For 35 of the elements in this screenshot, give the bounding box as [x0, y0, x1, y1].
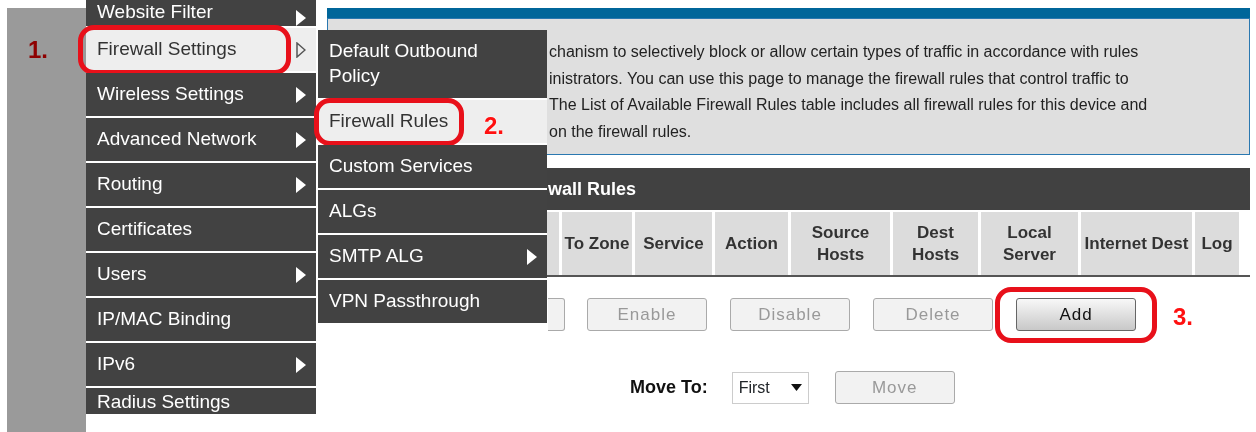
menu-item[interactable]: SMTP ALG [318, 235, 547, 280]
info-text: on the firewall rules. [549, 121, 693, 142]
info-text: chanism to selectively block or allow certain types of traffic in accordance with rules [549, 42, 1140, 62]
column-header: Log [1195, 212, 1242, 275]
column-header: Local Server [981, 212, 1081, 275]
menu-item[interactable]: Wireless Settings [86, 73, 318, 118]
menu-item[interactable]: VPN Passthrough [318, 280, 547, 325]
menu-item[interactable]: Custom Services [318, 145, 547, 190]
position-dropdown[interactable]: First [731, 371, 809, 404]
menu-item[interactable]: IP/MAC Binding [86, 298, 318, 343]
action-button[interactable]: Add [1016, 298, 1136, 331]
info-text: The List of Available Firewall Rules table includes all firewall rules for this device and [549, 95, 1149, 115]
step-number: 2. [484, 111, 504, 141]
menu-item[interactable]: ALGs [318, 190, 547, 235]
column-header: Internet Dest [1081, 212, 1195, 275]
step-number: 1. [28, 35, 48, 65]
menu-item[interactable]: Users [86, 253, 318, 298]
column-header: Source Hosts [791, 212, 893, 275]
menu-item[interactable]: Website Filter [86, 0, 318, 28]
button-edge [548, 298, 565, 331]
column-header: Action [715, 212, 791, 275]
column-header: Dest Hosts [893, 212, 981, 275]
menu-item[interactable]: Certificates [86, 208, 318, 253]
move-to-label: Move To: [630, 376, 708, 399]
column-header: To Zone [562, 212, 635, 275]
menu-item[interactable]: IPv6 [86, 343, 318, 388]
column-header: Service [635, 212, 715, 275]
info-text: inistrators. You can use this page to manage the firewall rules that control traffic to [549, 68, 1130, 89]
step-number: 3. [1173, 302, 1193, 332]
menu-item[interactable]: Advanced Network [86, 118, 318, 163]
menu-item[interactable]: Routing [86, 163, 318, 208]
table-title: wall Rules [548, 177, 637, 201]
menu-item[interactable]: Radius Settings [86, 388, 318, 414]
dropdown-caret-icon [790, 384, 802, 391]
menu-item[interactable]: Default Outbound Policy [318, 30, 547, 100]
